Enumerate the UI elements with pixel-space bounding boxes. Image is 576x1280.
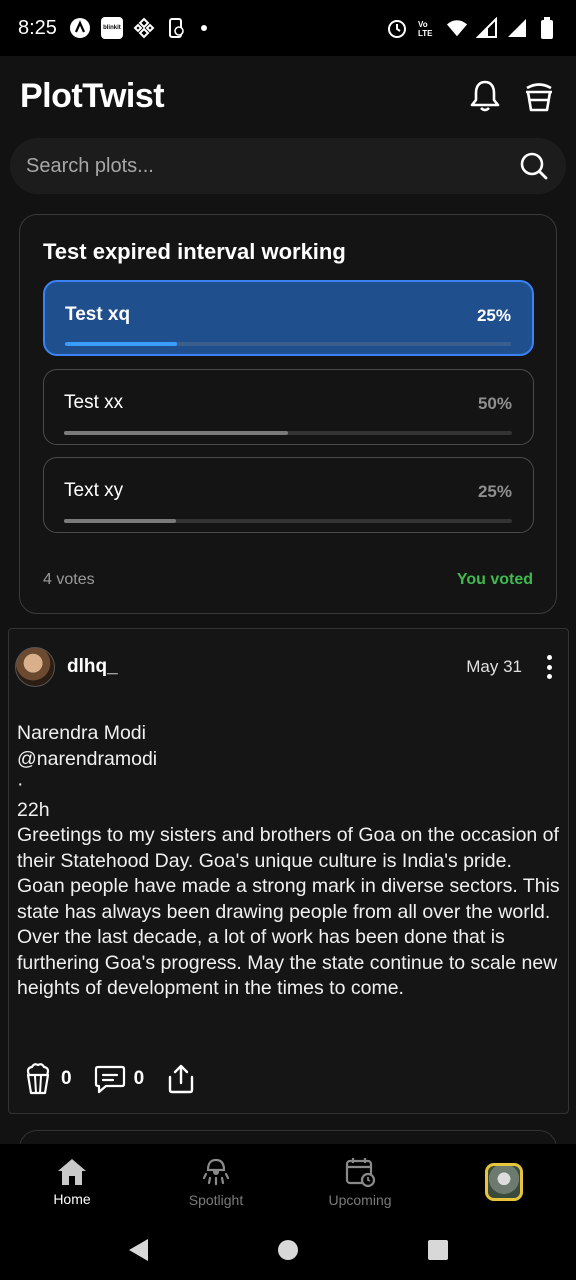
search-bar [10,138,566,194]
nav-profile[interactable] [432,1144,576,1220]
poll-option-progress [65,342,511,346]
post-line: · [17,773,24,795]
recents-button[interactable] [423,1235,453,1265]
post-body: Narendra Modi @narendramodi · 22h Greeti… [17,721,562,1002]
post-username[interactable]: dlhq_ [67,656,118,678]
poll-question: Test expired interval working [43,239,346,264]
nav-spotlight[interactable]: Spotlight [144,1144,288,1220]
svg-text:Vo: Vo [418,20,428,29]
app-a-icon [69,17,91,39]
home-icon [58,1159,86,1185]
poll-option-progress-fill [64,431,288,435]
poll-option-label: Test xq [65,304,131,325]
post-line: 22h [17,798,50,821]
poll-option-progress-fill [65,342,177,346]
blinkit-icon: blinkit [100,17,123,39]
post-line: Narendra Modi [17,722,146,744]
more-options-button[interactable] [540,653,558,681]
more-vert-icon [546,655,552,660]
poll-option-progress [64,431,512,435]
poll-option-2[interactable]: Test xx 50% [43,369,534,445]
post-actions: 0 0 [23,1063,218,1095]
poll-option-percent: 25% [476,306,511,325]
phone-sync-icon [165,17,187,39]
back-button[interactable] [123,1235,153,1265]
notifications-button[interactable] [468,79,502,113]
nav-label: Home [53,1191,91,1207]
post-date: May 31 [466,657,522,676]
signal-1-icon [476,17,498,39]
search-button[interactable] [518,150,550,182]
wifi-icon [446,17,468,39]
post-card: dlhq_ May 31 Narendra Modi @narendramodi… [8,628,569,1114]
post-line: @narendramodi [17,747,158,770]
bell-icon [470,80,500,112]
profile-avatar [485,1163,523,1201]
votes-count: 4 votes [43,571,95,588]
like-button[interactable]: 0 [23,1063,72,1095]
popcorn-button[interactable] [522,79,556,113]
comment-count: 0 [133,1068,145,1089]
poll-card: Test expired interval working Test xq 25… [19,214,557,614]
comment-button[interactable]: 0 [94,1064,145,1094]
app-title: PlotTwist [20,76,165,115]
alarm-icon [386,17,408,39]
notification-dot-icon [200,25,207,31]
spotlight-icon [202,1158,230,1186]
app-header: PlotTwist [0,56,576,136]
poll-footer: 4 votes You voted [43,571,533,589]
nav-upcoming[interactable]: Upcoming [288,1144,432,1220]
system-nav-bar [0,1220,576,1280]
post-header: dlhq_ May 31 [15,647,558,687]
signal-2-icon [506,17,528,39]
nav-label: Upcoming [328,1192,392,1208]
recents-square-icon [428,1240,448,1260]
poll-option-progress-fill [64,519,176,523]
search-input[interactable] [26,154,518,178]
nav-label: Spotlight [188,1192,244,1208]
status-bar: 8:25 blinkit Vo LTE [0,0,576,56]
volte-icon: Vo LTE [416,17,438,39]
battery-icon [536,17,558,39]
popcorn-icon [26,1063,50,1095]
home-circle-icon [278,1240,298,1260]
back-triangle-icon [129,1239,148,1261]
popcorn-bucket-icon [526,83,552,112]
poll-option-3[interactable]: Text xy 25% [43,457,534,533]
calendar-icon [345,1158,376,1188]
nav-home[interactable]: Home [0,1144,144,1220]
bottom-nav: Home Spotlight Upcoming [0,1144,576,1220]
avatar[interactable] [15,647,55,687]
poll-option-label: Test xx [64,392,124,413]
poll-option-1[interactable]: Test xq 25% [43,280,534,356]
poll-option-percent: 25% [477,482,512,501]
like-count: 0 [61,1068,72,1089]
status-time: 8:25 [18,16,57,39]
post-line: Greetings to my sisters and brothers of … [17,824,560,999]
poll-option-label: Text xy [64,480,124,501]
share-button[interactable] [166,1063,196,1095]
comment-icon [94,1065,125,1094]
home-system-button[interactable] [273,1235,303,1265]
binance-icon [133,17,155,39]
search-icon [520,152,548,180]
poll-option-progress [64,519,512,523]
poll-option-percent: 50% [477,394,512,413]
share-icon [168,1064,194,1094]
you-voted-label: You voted [456,571,533,588]
svg-text:LTE: LTE [418,29,433,38]
